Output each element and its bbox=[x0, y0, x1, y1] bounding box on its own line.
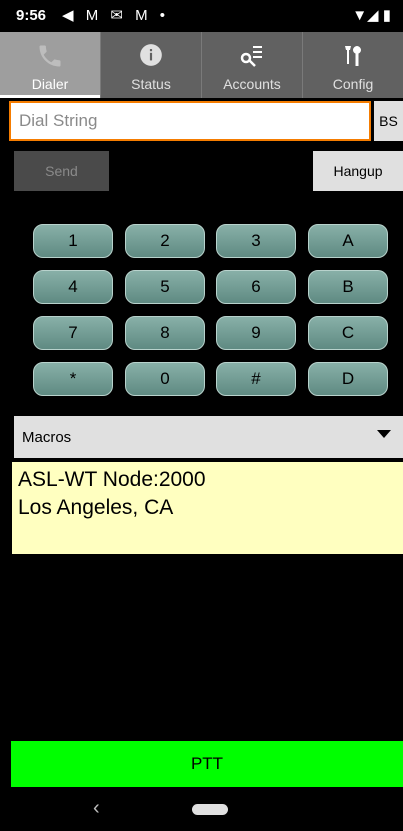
tab-label: Dialer bbox=[31, 76, 69, 92]
keypad-key-4[interactable]: 4 bbox=[33, 270, 113, 304]
tab-dialer[interactable]: Dialer bbox=[0, 32, 100, 98]
keypad-key-d[interactable]: D bbox=[308, 362, 388, 396]
backspace-button[interactable]: BS bbox=[374, 101, 403, 141]
keypad-key-7[interactable]: 7 bbox=[33, 316, 113, 350]
home-pill-icon[interactable] bbox=[192, 804, 228, 815]
keypad-key-hash[interactable]: # bbox=[216, 362, 296, 396]
tab-label: Config bbox=[332, 76, 374, 92]
macros-selected-value: Macros bbox=[22, 428, 72, 446]
keypad-key-3[interactable]: 3 bbox=[216, 224, 296, 258]
tab-label: Status bbox=[131, 76, 171, 92]
keypad-key-5[interactable]: 5 bbox=[125, 270, 205, 304]
status-time: 9:56 bbox=[16, 7, 47, 24]
back-icon[interactable]: ‹ bbox=[93, 797, 100, 820]
keypad-key-8[interactable]: 8 bbox=[125, 316, 205, 350]
keypad-key-9[interactable]: 9 bbox=[216, 316, 296, 350]
node-info-panel: ASL-WT Node:2000 Los Angeles, CA bbox=[12, 462, 403, 554]
tab-accounts[interactable]: Accounts bbox=[201, 32, 302, 98]
dial-string-input[interactable] bbox=[17, 110, 369, 132]
notification-icons: ◀ M ✉ M • bbox=[62, 7, 170, 24]
keypad-key-1[interactable]: 1 bbox=[33, 224, 113, 258]
tab-label: Accounts bbox=[223, 76, 281, 92]
tab-config[interactable]: Config bbox=[302, 32, 403, 98]
keypad-key-2[interactable]: 2 bbox=[125, 224, 205, 258]
macros-dropdown[interactable]: Macros bbox=[14, 416, 403, 458]
node-info-line: ASL-WT Node:2000 bbox=[18, 468, 206, 491]
dropdown-arrow-icon bbox=[377, 430, 391, 438]
keypad-key-b[interactable]: B bbox=[308, 270, 388, 304]
tab-bar: Dialer Status Accounts Config bbox=[0, 32, 403, 98]
ptt-button[interactable]: PTT bbox=[11, 741, 403, 787]
hangup-button[interactable]: Hangup bbox=[313, 151, 403, 191]
key-list-icon bbox=[202, 42, 302, 70]
phone-icon bbox=[0, 42, 100, 70]
navigation-bar: ‹ bbox=[0, 787, 403, 831]
dial-string-field[interactable] bbox=[9, 101, 371, 141]
node-location-line: Los Angeles, CA bbox=[18, 496, 174, 519]
send-button[interactable]: Send bbox=[14, 151, 109, 191]
status-bar: 9:56 ◀ M ✉ M • ▼◢ ▮ bbox=[0, 0, 403, 32]
tab-status[interactable]: Status bbox=[100, 32, 201, 98]
keypad-key-0[interactable]: 0 bbox=[125, 362, 205, 396]
keypad-key-c[interactable]: C bbox=[308, 316, 388, 350]
info-icon bbox=[101, 42, 201, 70]
keypad-key-6[interactable]: 6 bbox=[216, 270, 296, 304]
keypad-key-star[interactable]: * bbox=[33, 362, 113, 396]
tools-icon bbox=[303, 42, 403, 70]
keypad-key-a[interactable]: A bbox=[308, 224, 388, 258]
system-status-icons: ▼◢ ▮ bbox=[352, 7, 391, 24]
